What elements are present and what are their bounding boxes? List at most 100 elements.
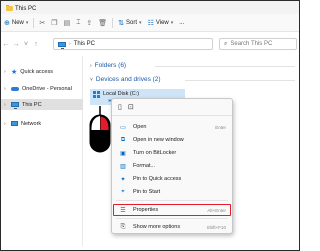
- sidebar-item-quick-access[interactable]: › ★ Quick access: [1, 66, 83, 77]
- menu-item-format[interactable]: ▥ Format...: [114, 160, 230, 172]
- menu-item-open-new-window[interactable]: ⧉ Open in new window: [114, 134, 230, 146]
- search-icon: ⌕: [224, 40, 228, 47]
- menu-item-open[interactable]: ▭ Open Enter: [114, 121, 230, 133]
- menu-item-pin-start[interactable]: ⌖ Pin to Start: [114, 186, 230, 198]
- up-arrow-icon[interactable]: ↑: [31, 41, 41, 48]
- new-window-icon: ⧉: [120, 136, 126, 143]
- chevron-down-icon: ▾: [25, 19, 29, 26]
- address-bar[interactable]: › This PC: [53, 38, 213, 50]
- menu-item-pin-quick-access[interactable]: ✦ Pin to Quick access: [114, 173, 230, 185]
- menu-item-label: Pin to Quick access: [133, 176, 182, 182]
- sidebar-item-label: Quick access: [20, 68, 53, 75]
- more-options-icon: ⎘: [120, 223, 126, 230]
- search-placeholder: Search This PC: [230, 41, 273, 47]
- pin-start-icon: ⌖: [121, 188, 125, 195]
- menu-item-shortcut: Shift+F10: [206, 224, 226, 230]
- divider: [112, 17, 114, 28]
- copy-icon: ❐: [51, 19, 58, 27]
- chevron-down-icon: ▾: [139, 19, 142, 26]
- folders-group-header[interactable]: › Folders (6): [90, 62, 126, 69]
- menu-item-label: Open: [133, 124, 147, 130]
- menu-item-properties[interactable]: ☰ Properties Alt+Enter: [114, 204, 230, 216]
- cloud-icon: [11, 86, 19, 91]
- menu-item-label: Turn on BitLocker: [133, 150, 177, 156]
- folders-group-label: Folders (6): [94, 62, 127, 69]
- title-bar: This PC: [1, 1, 299, 14]
- pin-icon: ✦: [120, 176, 126, 183]
- view-icon: ☷: [147, 19, 154, 27]
- chevron-right-icon: ›: [4, 68, 6, 75]
- paste-icon: ▤: [63, 19, 71, 27]
- divider: [33, 17, 35, 28]
- menu-item-bitlocker[interactable]: ▣ Turn on BitLocker: [114, 147, 230, 159]
- new-button[interactable]: ⊕ New ▾: [1, 19, 31, 27]
- recent-chevron-icon[interactable]: ˅: [21, 41, 31, 48]
- open-icon: ▭: [120, 124, 126, 131]
- address-path: This PC: [73, 41, 96, 47]
- chevron-down-icon: ˅: [90, 76, 93, 83]
- more-button[interactable]: ...: [176, 20, 187, 26]
- windows-drive-icon: [93, 91, 100, 98]
- share-button[interactable]: ⇪: [83, 19, 95, 27]
- sidebar-item-label: Network: [21, 120, 42, 127]
- properties-icon: ☰: [120, 207, 126, 214]
- sidebar-item-label: This PC: [22, 101, 42, 108]
- devices-group-label: Devices and drives (2): [95, 76, 161, 83]
- chevron-right-icon: ›: [4, 120, 6, 127]
- address-row: ← → ˅ ↑ › This PC ⌕ Search This PC: [1, 36, 299, 53]
- breadcrumb-chevron-icon: ›: [69, 41, 71, 47]
- format-icon: ▥: [120, 163, 126, 170]
- menu-item-label: Open in new window: [133, 137, 184, 143]
- view-button[interactable]: ☷ View ▾: [145, 19, 177, 27]
- divider: [155, 66, 295, 67]
- back-arrow-icon[interactable]: ←: [1, 41, 11, 48]
- menu-item-shortcut: Enter: [215, 124, 226, 130]
- command-bar: ⊕ New ▾ ✂ ❐ ▤ ⌶ ⇪ 🗑 ⇅ Sort ▾ ☷ View ▾ ..…: [1, 14, 299, 32]
- menu-item-show-more-options[interactable]: ⎘ Show more options Shift+F10: [114, 221, 230, 233]
- sidebar-item-onedrive[interactable]: › OneDrive - Personal: [1, 83, 83, 94]
- sort-icon: ⇅: [118, 19, 125, 27]
- file-explorer-window: This PC ⊕ New ▾ ✂ ❐ ▤ ⌶ ⇪ 🗑 ⇅ Sort ▾ ☷ V…: [0, 0, 300, 251]
- trash-icon: 🗑: [98, 19, 108, 27]
- sidebar-item-label: OneDrive - Personal: [22, 85, 72, 92]
- drive-label: Local Disk (C:): [103, 91, 140, 97]
- sort-button[interactable]: ⇅ Sort ▾: [115, 19, 144, 27]
- menu-item-label: Format...: [133, 163, 156, 169]
- delete-button[interactable]: 🗑: [95, 19, 110, 27]
- cut-icon: ✂: [39, 19, 46, 27]
- context-menu-quick-actions: ▯ ⊡: [112, 99, 232, 116]
- sidebar-item-this-pc[interactable]: › This PC: [1, 99, 83, 110]
- rename-icon: ⌶: [76, 18, 81, 26]
- divider: [185, 80, 295, 81]
- search-input[interactable]: ⌕ Search This PC: [219, 38, 297, 50]
- window-tab[interactable]: This PC: [4, 3, 41, 14]
- rename-button[interactable]: ⌶: [73, 19, 83, 27]
- paste-button[interactable]: ▤: [61, 19, 74, 27]
- menu-item-shortcut: Alt+Enter: [207, 207, 226, 213]
- cut-button[interactable]: ✂: [36, 19, 48, 27]
- star-icon: ★: [11, 68, 18, 76]
- chevron-right-icon: ›: [4, 85, 6, 92]
- context-menu: ▯ ⊡ ▭ Open Enter ⧉ Open in new window ▣ …: [111, 98, 233, 234]
- menu-item-label: Properties: [133, 207, 159, 213]
- devices-group-header[interactable]: ˅ Devices and drives (2): [90, 76, 161, 83]
- forward-arrow-icon[interactable]: →: [11, 41, 21, 48]
- window-title: This PC: [15, 5, 37, 12]
- navigation-pane: › ★ Quick access › OneDrive - Personal ›…: [1, 56, 83, 246]
- bitlocker-icon: ▣: [120, 150, 126, 157]
- more-label: ...: [179, 19, 185, 26]
- divider: [116, 218, 228, 219]
- sidebar-item-network[interactable]: › Network: [1, 118, 83, 129]
- sort-label: Sort: [126, 19, 138, 26]
- network-icon: [11, 121, 18, 126]
- copy-button[interactable]: ❐: [48, 19, 60, 27]
- menu-item-label: Pin to Start: [133, 189, 161, 195]
- copy-icon[interactable]: ▯: [118, 103, 122, 111]
- rename-icon[interactable]: ⊡: [128, 103, 134, 111]
- folder-icon: [6, 5, 13, 11]
- pc-icon: [11, 102, 19, 109]
- share-icon: ⇪: [86, 19, 93, 27]
- mouse-illustration: [89, 106, 111, 153]
- pc-icon: [58, 41, 66, 49]
- new-label: New: [11, 19, 24, 26]
